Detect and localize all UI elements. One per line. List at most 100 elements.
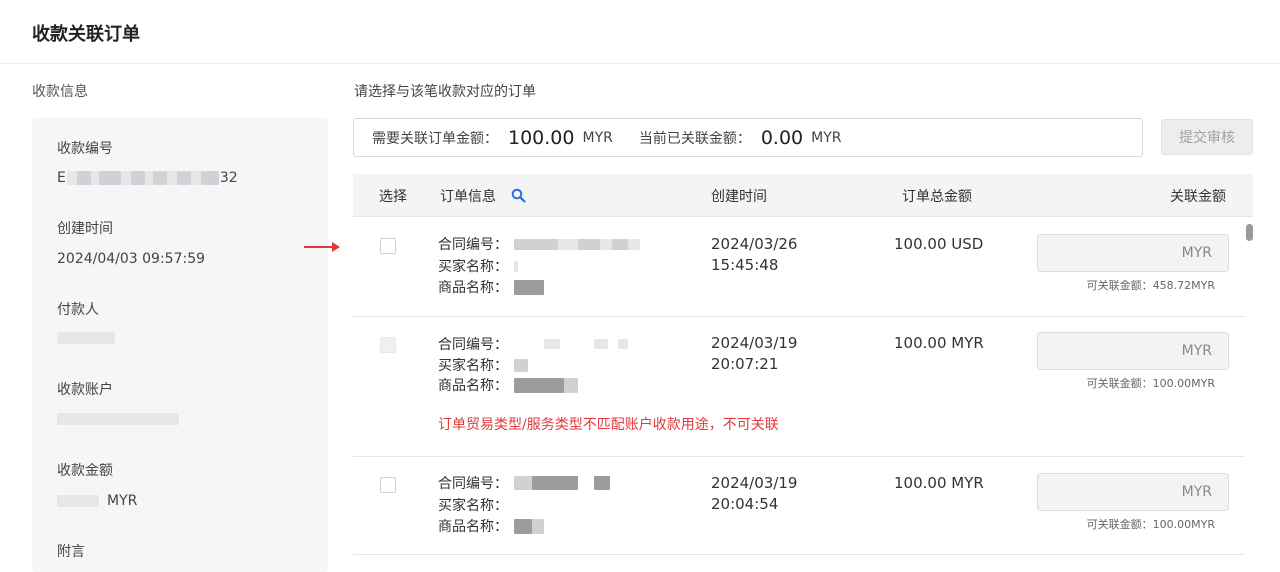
receiving-account-value [57, 413, 179, 425]
buyer-name: 买家名称： [438, 355, 528, 375]
column-select: 选择 [379, 189, 407, 205]
order-created-time: 2024/03/19 20:04:54 [711, 473, 797, 515]
masked-text [66, 171, 77, 185]
masked-text [152, 171, 167, 185]
search-icon[interactable] [511, 188, 526, 203]
buyer-name: 买家名称： [438, 495, 514, 515]
available-amount: 可关联金额：458.72MYR [1086, 279, 1215, 292]
contract-number-label: 合同编号： [438, 237, 508, 253]
mismatch-warning: 订单贸易类型/服务类型不匹配账户收款用途，不可关联 [438, 417, 779, 433]
need-amount-currency: MYR [582, 129, 613, 146]
payment-amount-label: 收款金额 [57, 463, 113, 479]
linked-amount-input[interactable]: MYR [1037, 332, 1229, 370]
payment-info-caption: 收款信息 [32, 84, 88, 100]
row-select-checkbox[interactable] [380, 238, 396, 254]
order-total-amount: 100.00 MYR [894, 474, 984, 492]
masked-text [514, 476, 532, 490]
masked-text [514, 358, 528, 372]
contract-number: 合同编号： [438, 234, 640, 254]
order-date: 2024/03/19 [711, 474, 798, 492]
order-total-amount: 100.00 USD [894, 235, 984, 253]
masked-text [514, 238, 558, 250]
payment-info-panel: 收款编号 E 32 创建时间 2024/04/03 09:57:59 付款人 收… [32, 118, 328, 572]
masked-text [98, 171, 121, 185]
masked-text [628, 238, 640, 250]
table-row: 合同编号： 买家名称： 商品名称： 2024/03/19 20:04:54 10… [353, 457, 1245, 555]
contract-number-label: 合同编号： [438, 476, 508, 492]
masked-text [544, 339, 560, 349]
product-name: 商品名称： [438, 277, 544, 297]
masked-text [90, 171, 99, 185]
masked-text [600, 238, 612, 250]
masked-text [514, 260, 518, 272]
masked-text [578, 238, 600, 250]
need-amount-label: 需要关联订单金额： [372, 130, 498, 147]
masked-text [190, 171, 201, 185]
buyer-name: 买家名称： [438, 256, 518, 276]
contract-number: 合同编号： [438, 473, 610, 493]
linked-amount-input[interactable]: MYR [1037, 473, 1229, 511]
available-amount: 可关联金额：100.00MYR [1086, 377, 1215, 390]
masked-text [514, 518, 532, 534]
product-name: 商品名称： [438, 516, 544, 536]
current-amount-label: 当前已关联金额： [638, 130, 751, 147]
page-title: 收款关联订单 [32, 24, 140, 45]
payment-id-suffix: 32 [219, 170, 238, 186]
amount-summary: 需要关联订单金额： 100.00 MYR 当前已关联金额： 0.00 MYR [353, 118, 1143, 157]
page-header: 收款关联订单 [0, 0, 1280, 64]
linked-amount-input[interactable]: MYR [1037, 234, 1229, 272]
table-row: 合同编号： 买家名称： 商品名称： 2024/03/26 15:45:48 10… [353, 218, 1245, 317]
masked-text [166, 171, 177, 185]
order-time: 15:45:48 [711, 256, 779, 274]
receiving-account-label: 收款账户 [57, 382, 113, 398]
arrow-right-icon [304, 242, 340, 252]
current-amount-currency: MYR [811, 129, 842, 146]
payment-id-value: E 32 [57, 170, 238, 186]
available-amount: 可关联金额：100.00MYR [1086, 518, 1215, 531]
buyer-name-label: 买家名称： [438, 259, 508, 275]
order-date: 2024/03/26 [711, 235, 798, 253]
order-created-time: 2024/03/19 20:07:21 [711, 333, 797, 375]
created-time-label: 创建时间 [57, 221, 113, 237]
masked-text [57, 413, 179, 425]
buyer-name-label: 买家名称： [438, 498, 508, 514]
masked-text [144, 171, 153, 185]
current-amount-value: 0.00 [760, 126, 804, 149]
masked-text [618, 339, 628, 349]
masked-text [564, 377, 578, 393]
order-total-amount: 100.00 MYR [894, 334, 984, 352]
contract-number: 合同编号： [438, 334, 628, 354]
masked-text [558, 238, 578, 250]
product-name-label: 商品名称： [438, 280, 508, 296]
need-amount-value: 100.00 [508, 126, 575, 149]
order-time: 20:04:54 [711, 495, 779, 513]
order-time: 20:07:21 [711, 355, 779, 373]
created-time-value: 2024/04/03 09:57:59 [57, 251, 206, 267]
masked-text [594, 339, 608, 349]
column-created-time: 创建时间 [711, 189, 767, 205]
table-row: 合同编号： 买家名称： 商品名称： 2024/03/19 20:07:21 10… [353, 317, 1245, 457]
row-select-checkbox[interactable] [380, 477, 396, 493]
masked-text [514, 377, 564, 393]
submit-review-button[interactable]: 提交审核 [1161, 119, 1253, 155]
payment-amount-value: MYR [57, 493, 137, 509]
column-linked-amount: 关联金额 [1170, 189, 1226, 205]
masked-text [57, 332, 115, 344]
masked-text [130, 171, 145, 185]
remark-label: 附言 [57, 544, 85, 560]
masked-text [76, 171, 91, 185]
column-order-total: 订单总金额 [902, 189, 972, 205]
product-name-label: 商品名称： [438, 519, 508, 535]
masked-text [57, 495, 99, 507]
payer-label: 付款人 [57, 302, 99, 318]
masked-text [514, 279, 544, 295]
payment-id-label: 收款编号 [57, 141, 113, 157]
product-name-label: 商品名称： [438, 378, 508, 394]
masked-text [120, 171, 131, 185]
scrollbar-thumb[interactable] [1246, 224, 1253, 241]
product-name: 商品名称： [438, 375, 578, 395]
column-order-info: 订单信息 [440, 189, 496, 205]
row-select-checkbox-disabled [380, 337, 396, 353]
masked-text [594, 476, 610, 490]
order-created-time: 2024/03/26 15:45:48 [711, 234, 797, 276]
